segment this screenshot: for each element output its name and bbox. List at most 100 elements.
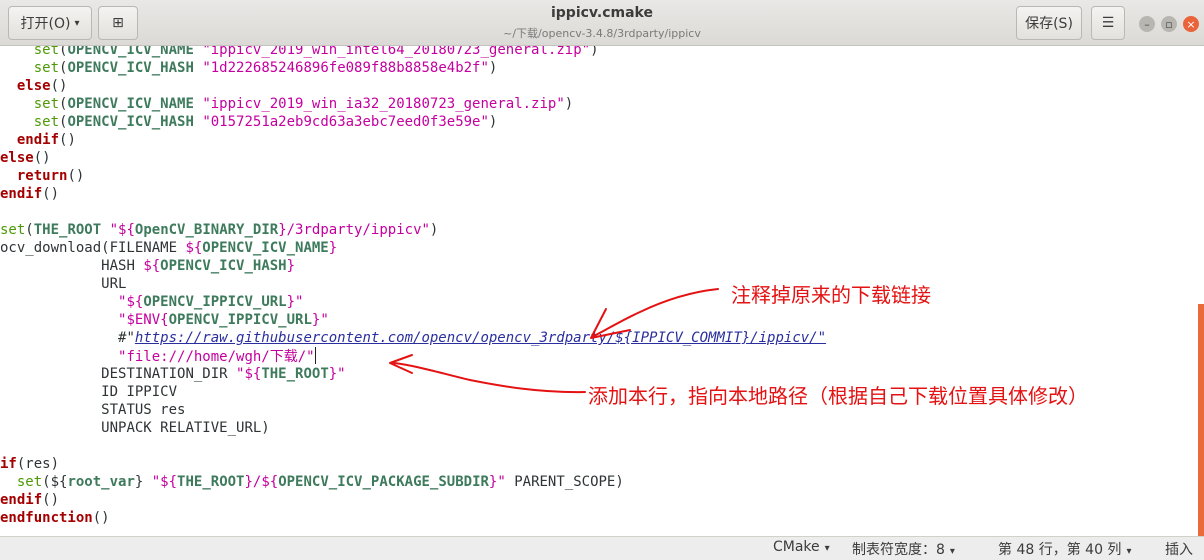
code-token: (): [59, 132, 76, 148]
maximize-icon: ▫: [1165, 17, 1173, 31]
code-text: set(OPENCV_ICV_NAME "ippicv_2019_win_int…: [0, 46, 826, 527]
code-line: endif(): [0, 185, 826, 203]
menu-button[interactable]: ☰: [1091, 6, 1125, 40]
code-line: endif(): [0, 131, 826, 149]
language-selector[interactable]: CMake ▾: [773, 539, 830, 555]
close-icon: ×: [1186, 17, 1196, 31]
code-line: set(OPENCV_ICV_NAME "ippicv_2019_win_int…: [0, 46, 826, 59]
code-token: OPENCV_ICV_NAME: [67, 46, 194, 58]
code-token: (: [25, 222, 34, 238]
code-token: root_var: [67, 474, 135, 490]
code-token: }": [286, 294, 304, 310]
code-token: HASH: [101, 258, 144, 274]
code-token: return: [16, 168, 68, 184]
code-token: }: [134, 474, 152, 490]
code-line: HASH ${OPENCV_ICV_HASH}: [0, 257, 826, 275]
code-token: ): [564, 96, 574, 112]
cursor-position-selector[interactable]: 第 48 行，第 40 列 ▾: [998, 539, 1131, 559]
code-token: set: [0, 222, 26, 238]
code-line: "$ENV{OPENCV_IPPICV_URL}": [0, 311, 826, 329]
code-token: "${: [236, 366, 262, 382]
code-line: URL: [0, 275, 826, 293]
annotation-comment-out: 注释掉原来的下载链接: [731, 283, 931, 307]
code-token: PARENT_SCOPE): [505, 474, 624, 490]
maximize-button[interactable]: ▫: [1161, 16, 1177, 32]
code-token: (): [92, 510, 110, 526]
code-token: (res): [16, 456, 60, 472]
code-token: OPENCV_ICV_HASH: [67, 60, 194, 76]
code-token: endif: [0, 186, 43, 202]
code-token: OPENCV_ICV_HASH: [160, 258, 287, 274]
code-token: "0157251a2eb9cd63a3ebc7eed0f3e59e": [202, 114, 489, 130]
code-token: ): [488, 60, 498, 76]
code-token: }": [488, 474, 506, 490]
code-token: THE_ROOT: [177, 474, 245, 490]
code-token: set: [33, 60, 60, 76]
code-token: OPENCV_IPPICV_URL: [168, 312, 312, 328]
code-token: "${: [109, 222, 135, 238]
code-token: set: [16, 474, 43, 490]
code-token: "1d222685246896fe089f88b8858e4b2f": [202, 60, 489, 76]
code-token: OPENCV_ICV_NAME: [202, 240, 329, 256]
code-token: if: [0, 456, 17, 472]
code-line: return(): [0, 167, 826, 185]
code-token: UNPACK RELATIVE_URL): [101, 420, 270, 436]
tab-width-selector[interactable]: 制表符宽度：8 ▾: [852, 539, 955, 559]
minimize-button[interactable]: –: [1139, 16, 1155, 32]
save-button[interactable]: 保存(S): [1016, 6, 1082, 40]
code-token: OPENCV_IPPICV_URL: [143, 294, 287, 310]
language-label: CMake: [773, 539, 820, 555]
code-token: set: [33, 114, 60, 130]
status-bar: CMake ▾ 制表符宽度：8 ▾ 第 48 行，第 40 列 ▾ 插入: [0, 536, 1204, 560]
chevron-down-icon: ▾: [824, 543, 830, 554]
code-token: #": [118, 330, 135, 346]
chevron-down-icon: ▾: [949, 546, 955, 557]
code-token: endfunction: [0, 510, 93, 526]
close-window-button[interactable]: ×: [1183, 16, 1199, 32]
code-token: (${: [42, 474, 68, 490]
code-token: OPENCV_ICV_HASH: [67, 114, 194, 130]
code-token: }": [328, 366, 346, 382]
code-editor[interactable]: set(OPENCV_ICV_NAME "ippicv_2019_win_int…: [0, 46, 1204, 536]
code-token: }/3rdparty/ippicv": [278, 222, 430, 238]
code-line: set(OPENCV_ICV_HASH "0157251a2eb9cd63a3e…: [0, 113, 826, 131]
code-token: }: [286, 258, 296, 274]
code-token: OpenCV_BINARY_DIR: [134, 222, 279, 238]
code-token: "$ENV{: [118, 312, 169, 328]
tab-width-label: 制表符宽度：8: [852, 542, 945, 558]
header-bar: 打开(O) ▾ ⊞ ippicv.cmake ~/下载/opencv-3.4.8…: [0, 0, 1204, 46]
code-token: ${: [143, 258, 161, 274]
annotation-add-line: 添加本行，指向本地路径（根据自己下载位置具体修改）: [588, 384, 1088, 408]
code-line: UNPACK RELATIVE_URL): [0, 419, 826, 437]
vertical-scrollbar[interactable]: [1198, 304, 1204, 536]
code-line: else(): [0, 77, 826, 95]
code-token: (): [33, 150, 51, 166]
code-line: endif(): [0, 491, 826, 509]
code-token: (): [42, 186, 60, 202]
code-line: set(OPENCV_ICV_NAME "ippicv_2019_win_ia3…: [0, 95, 826, 113]
code-token: endif: [16, 132, 60, 148]
code-token: OPENCV_ICV_PACKAGE_SUBDIR: [278, 474, 489, 490]
code-token: ID IPPICV: [101, 384, 178, 400]
code-line: set(${root_var} "${THE_ROOT}/${OPENCV_IC…: [0, 473, 826, 491]
code-token: (): [67, 168, 85, 184]
code-token: endif: [0, 492, 43, 508]
code-token: ${: [185, 240, 203, 256]
code-token: THE_ROOT: [261, 366, 329, 382]
code-token: set: [33, 46, 60, 58]
code-token: (): [42, 492, 60, 508]
